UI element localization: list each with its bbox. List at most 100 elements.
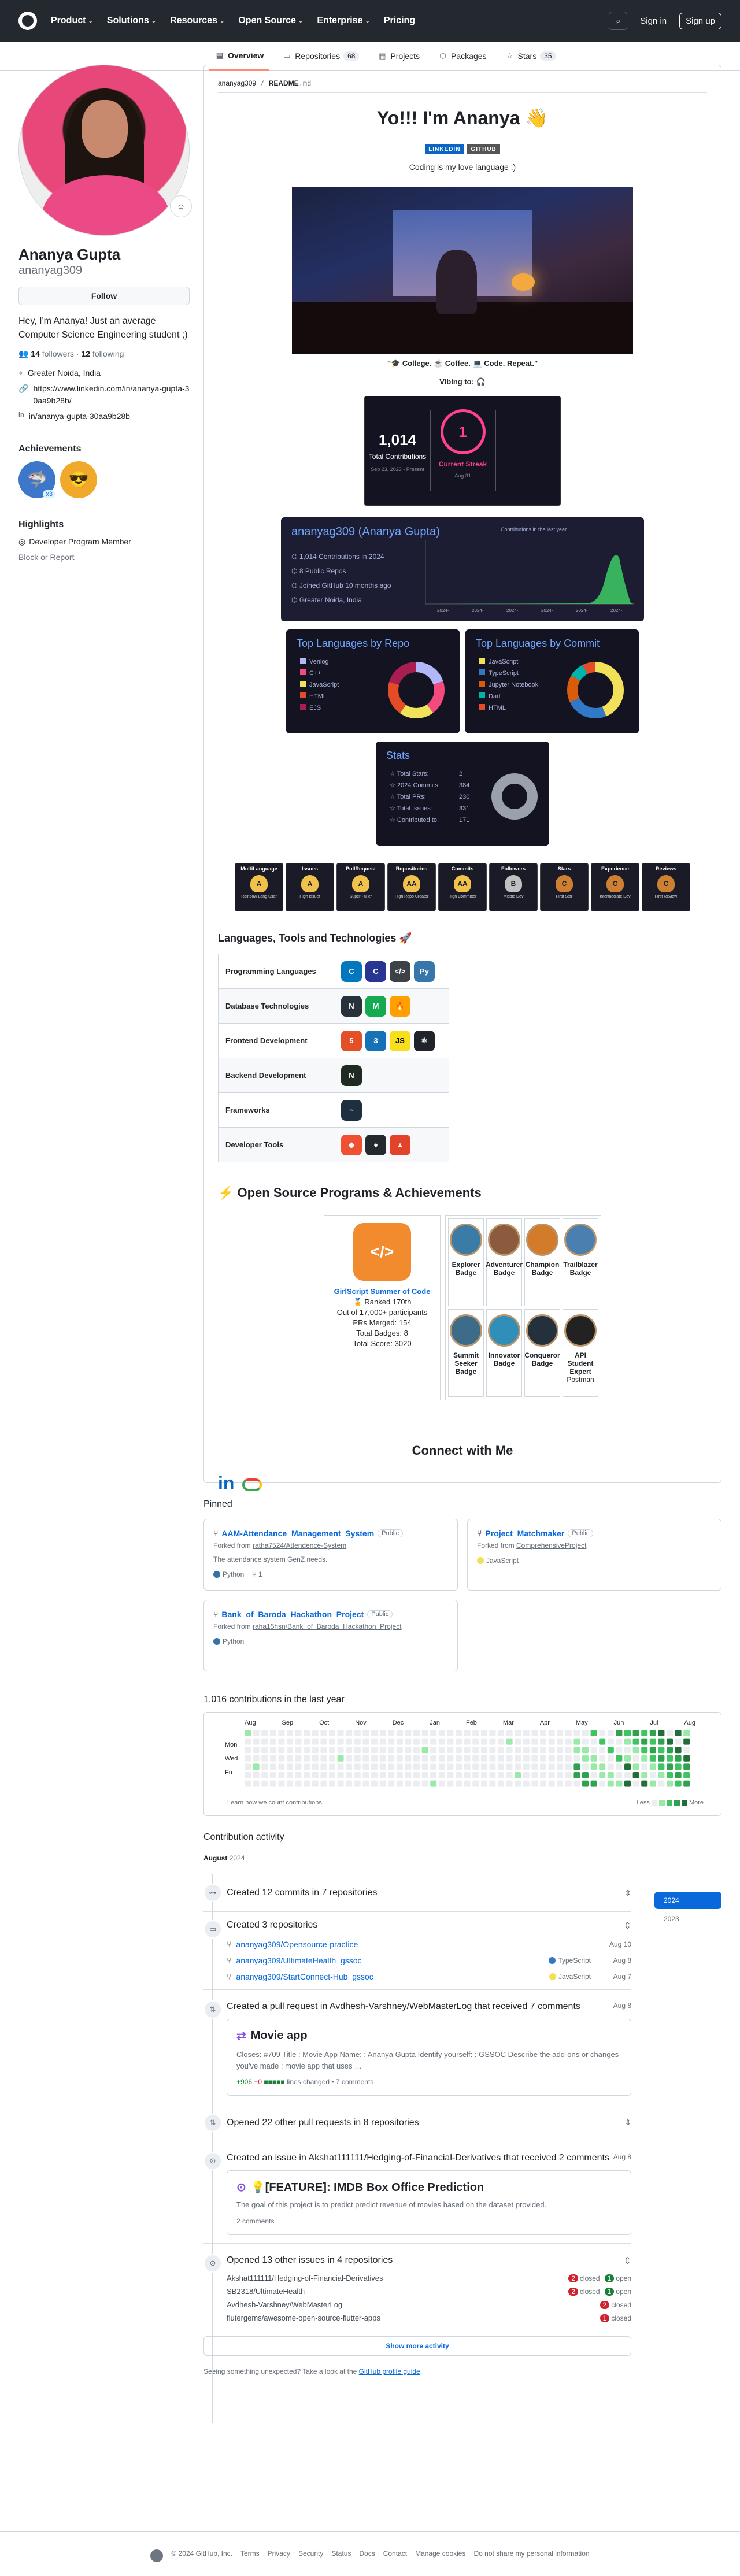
calendar-day[interactable] <box>396 1772 403 1778</box>
calendar-day[interactable] <box>480 1755 487 1762</box>
calendar-day[interactable] <box>599 1763 606 1770</box>
calendar-day[interactable] <box>287 1780 293 1787</box>
calendar-day[interactable] <box>362 1730 369 1736</box>
calendar-day[interactable] <box>261 1780 268 1787</box>
calendar-day[interactable] <box>574 1772 580 1778</box>
calendar-day[interactable] <box>632 1730 639 1736</box>
calendar-day[interactable] <box>405 1738 412 1745</box>
calendar-day[interactable] <box>464 1747 471 1754</box>
calendar-day[interactable] <box>354 1730 361 1736</box>
calendar-day[interactable] <box>599 1738 606 1745</box>
calendar-day[interactable] <box>616 1763 623 1770</box>
calendar-day[interactable] <box>362 1763 369 1770</box>
calendar-day[interactable] <box>329 1738 335 1745</box>
calendar-day[interactable] <box>489 1772 496 1778</box>
calendar-day[interactable] <box>295 1747 302 1754</box>
activity-repo-link[interactable]: ananyag309/UltimateHealth_gssoc <box>236 1956 361 1965</box>
calendar-day[interactable] <box>506 1780 513 1787</box>
calendar-day[interactable] <box>667 1747 673 1754</box>
search-button[interactable]: ⌕ <box>609 12 628 30</box>
issue-repo-link[interactable]: SB2318/UltimateHealth <box>227 2287 305 2296</box>
calendar-day[interactable] <box>472 1747 479 1754</box>
calendar-day[interactable] <box>421 1747 428 1754</box>
calendar-day[interactable] <box>388 1772 395 1778</box>
calendar-day[interactable] <box>304 1755 310 1762</box>
calendar-day[interactable] <box>405 1763 412 1770</box>
footer-link[interactable]: Docs <box>359 2549 375 2562</box>
calendar-day[interactable] <box>362 1747 369 1754</box>
calendar-day[interactable] <box>641 1730 648 1736</box>
calendar-day[interactable] <box>548 1780 555 1787</box>
calendar-day[interactable] <box>388 1763 395 1770</box>
calendar-day[interactable] <box>616 1780 623 1787</box>
calendar-day[interactable] <box>413 1755 420 1762</box>
calendar-day[interactable] <box>675 1755 682 1762</box>
linkedin-badge[interactable]: LINKEDIN <box>425 144 464 154</box>
calendar-day[interactable] <box>515 1738 521 1745</box>
calendar-day[interactable] <box>565 1738 572 1745</box>
calendar-day[interactable] <box>489 1763 496 1770</box>
calendar-day[interactable] <box>447 1755 454 1762</box>
calendar-day[interactable] <box>320 1730 327 1736</box>
calendar-day[interactable] <box>396 1730 403 1736</box>
calendar-day[interactable] <box>269 1755 276 1762</box>
calendar-day[interactable] <box>295 1763 302 1770</box>
calendar-day[interactable] <box>641 1738 648 1745</box>
calendar-day[interactable] <box>388 1738 395 1745</box>
calendar-day[interactable] <box>456 1730 462 1736</box>
calendar-day[interactable] <box>269 1772 276 1778</box>
calendar-day[interactable] <box>683 1738 690 1745</box>
calendar-day[interactable] <box>354 1763 361 1770</box>
calendar-day[interactable] <box>329 1755 335 1762</box>
footer-link[interactable]: Contact <box>383 2549 407 2562</box>
following-link[interactable]: 12 following <box>82 349 124 358</box>
calendar-day[interactable] <box>421 1738 428 1745</box>
calendar-day[interactable] <box>396 1747 403 1754</box>
calendar-day[interactable] <box>371 1763 378 1770</box>
calendar-day[interactable] <box>320 1772 327 1778</box>
calendar-day[interactable] <box>565 1780 572 1787</box>
learn-count-link[interactable]: Learn how we count contributions <box>227 1799 322 1806</box>
calendar-day[interactable] <box>456 1763 462 1770</box>
calendar-day[interactable] <box>312 1730 319 1736</box>
calendar-day[interactable] <box>667 1763 673 1770</box>
calendar-day[interactable] <box>320 1755 327 1762</box>
calendar-day[interactable] <box>371 1755 378 1762</box>
calendar-day[interactable] <box>607 1772 614 1778</box>
calendar-day[interactable] <box>413 1747 420 1754</box>
calendar-day[interactable] <box>523 1772 530 1778</box>
expand-icon[interactable]: ⇕ <box>624 1888 631 1898</box>
calendar-day[interactable] <box>658 1763 665 1770</box>
pr-title-link[interactable]: Movie app <box>251 2029 308 2043</box>
calendar-day[interactable] <box>379 1763 386 1770</box>
calendar-day[interactable] <box>548 1730 555 1736</box>
calendar-day[interactable] <box>540 1780 546 1787</box>
follow-button[interactable]: Follow <box>18 286 190 305</box>
calendar-day[interactable] <box>582 1772 589 1778</box>
calendar-day[interactable] <box>557 1755 564 1762</box>
calendar-day[interactable] <box>515 1772 521 1778</box>
calendar-day[interactable] <box>312 1755 319 1762</box>
calendar-day[interactable] <box>430 1780 437 1787</box>
calendar-day[interactable] <box>379 1730 386 1736</box>
calendar-day[interactable] <box>675 1780 682 1787</box>
calendar-day[interactable] <box>607 1738 614 1745</box>
calendar-day[interactable] <box>405 1747 412 1754</box>
calendar-day[interactable] <box>312 1738 319 1745</box>
calendar-day[interactable] <box>624 1780 631 1787</box>
calendar-day[interactable] <box>278 1730 285 1736</box>
calendar-day[interactable] <box>337 1730 344 1736</box>
calendar-day[interactable] <box>354 1755 361 1762</box>
calendar-day[interactable] <box>337 1755 344 1762</box>
calendar-day[interactable] <box>574 1780 580 1787</box>
calendar-day[interactable] <box>489 1755 496 1762</box>
calendar-day[interactable] <box>430 1747 437 1754</box>
calendar-day[interactable] <box>413 1763 420 1770</box>
calendar-day[interactable] <box>287 1763 293 1770</box>
calendar-day[interactable] <box>675 1772 682 1778</box>
calendar-day[interactable] <box>278 1747 285 1754</box>
calendar-day[interactable] <box>557 1780 564 1787</box>
calendar-day[interactable] <box>641 1763 648 1770</box>
calendar-day[interactable] <box>523 1730 530 1736</box>
calendar-day[interactable] <box>320 1747 327 1754</box>
